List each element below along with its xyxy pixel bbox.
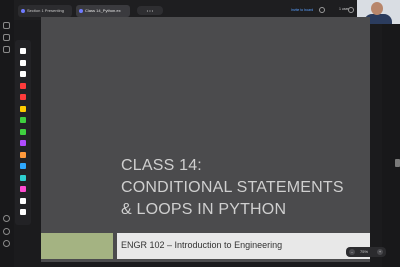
board-menu-button[interactable]: • • •: [137, 6, 163, 15]
tool-swatch-icon[interactable]: [20, 82, 26, 89]
slide-title-line: CONDITIONAL STATEMENTS: [121, 179, 344, 196]
settings-icon[interactable]: [3, 228, 10, 235]
board-icon: [79, 9, 83, 13]
zoom-out-button[interactable]: –: [349, 249, 355, 255]
invite-link[interactable]: Invite to board: [291, 6, 313, 14]
help-icon[interactable]: [3, 215, 10, 222]
tool-palette: [15, 40, 31, 225]
whiteboard-app: Section 1 Presenting Class 14_Python.ex …: [0, 0, 400, 267]
tool-swatch-icon[interactable]: [20, 105, 26, 112]
tool-swatch-icon[interactable]: [20, 128, 26, 135]
layers-icon[interactable]: [3, 34, 10, 41]
slide-title-line: & LOOPS IN PYTHON: [121, 201, 287, 218]
zoom-control: – 75% +: [346, 247, 386, 257]
tool-swatch-icon[interactable]: [20, 71, 26, 77]
tool-swatch-icon[interactable]: [20, 174, 26, 181]
tab-class-14[interactable]: Class 14_Python.ex: [76, 5, 130, 17]
notifications-icon[interactable]: [319, 7, 325, 13]
tool-swatch-icon[interactable]: [20, 151, 26, 158]
tab-label: Class 14_Python.ex: [85, 8, 121, 13]
fullscreen-icon[interactable]: [3, 240, 10, 247]
more-icon[interactable]: [348, 7, 354, 13]
right-rail: [382, 24, 400, 267]
slide-footer: ENGR 102 – Introduction to Engineering: [121, 240, 283, 250]
pages-icon[interactable]: [3, 46, 10, 53]
slide-title-line: CLASS 14:: [121, 157, 202, 174]
zoom-in-button[interactable]: +: [377, 249, 383, 255]
footer-bar: ENGR 102 – Introduction to Engineering: [117, 233, 370, 259]
collapse-handle[interactable]: [395, 159, 400, 167]
tool-swatch-icon[interactable]: [20, 197, 26, 204]
tab-label: Section 1 Presenting: [27, 8, 64, 13]
tool-swatch-icon[interactable]: [20, 163, 26, 169]
presenter-head: [371, 2, 383, 15]
green-accent-bar: [41, 233, 113, 259]
tool-swatch-icon[interactable]: [20, 209, 26, 215]
tool-swatch-icon[interactable]: [20, 94, 26, 100]
tool-swatch-icon[interactable]: [20, 117, 26, 123]
tool-swatch-icon[interactable]: [20, 48, 26, 54]
tool-swatch-icon[interactable]: [20, 59, 26, 66]
tool-swatch-icon[interactable]: [20, 186, 26, 192]
presentation-slide: CLASS 14: CONDITIONAL STATEMENTS & LOOPS…: [41, 17, 370, 262]
tab-presenting[interactable]: Section 1 Presenting: [18, 5, 72, 17]
board-icon: [21, 9, 25, 13]
home-icon[interactable]: [3, 22, 10, 29]
tool-swatch-icon[interactable]: [20, 140, 26, 146]
left-rail: [0, 0, 14, 267]
zoom-level: 75%: [360, 249, 369, 254]
slide-title: CLASS 14: CONDITIONAL STATEMENTS & LOOPS…: [121, 155, 371, 221]
